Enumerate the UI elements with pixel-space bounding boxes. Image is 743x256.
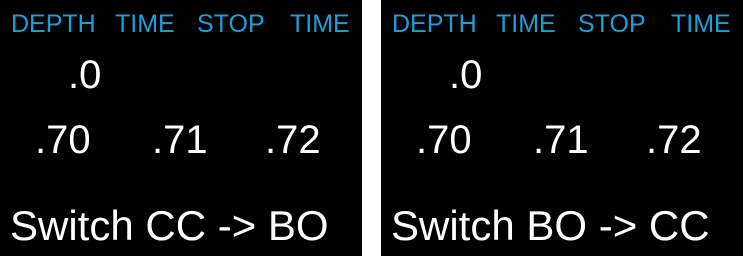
first-stop-value: .0: [68, 53, 102, 97]
header-time: TIME: [115, 10, 175, 38]
row-value-2: .71: [152, 118, 208, 162]
row-value-2: .71: [533, 118, 589, 162]
header-stop-time: TIME: [671, 10, 731, 38]
dive-screen-right: DEPTH TIME STOP TIME .0 .70 .71 .72 Swit…: [381, 0, 743, 256]
header-depth: DEPTH: [392, 10, 477, 38]
header-stop: STOP: [197, 10, 265, 38]
first-stop-value: .0: [449, 53, 483, 97]
gas-switch-message: Switch CC -> BO: [10, 202, 329, 249]
row-value-1: .70: [416, 118, 472, 162]
row-value-3: .72: [646, 118, 702, 162]
row-value-3: .72: [265, 118, 321, 162]
header-depth: DEPTH: [11, 10, 96, 38]
row-value-1: .70: [35, 118, 91, 162]
header-stop: STOP: [578, 10, 646, 38]
header-stop-time: TIME: [290, 10, 350, 38]
gas-switch-message: Switch BO -> CC: [391, 202, 710, 249]
header-time: TIME: [496, 10, 556, 38]
dive-screen-left: DEPTH TIME STOP TIME .0 .70 .71 .72 Swit…: [0, 0, 362, 256]
